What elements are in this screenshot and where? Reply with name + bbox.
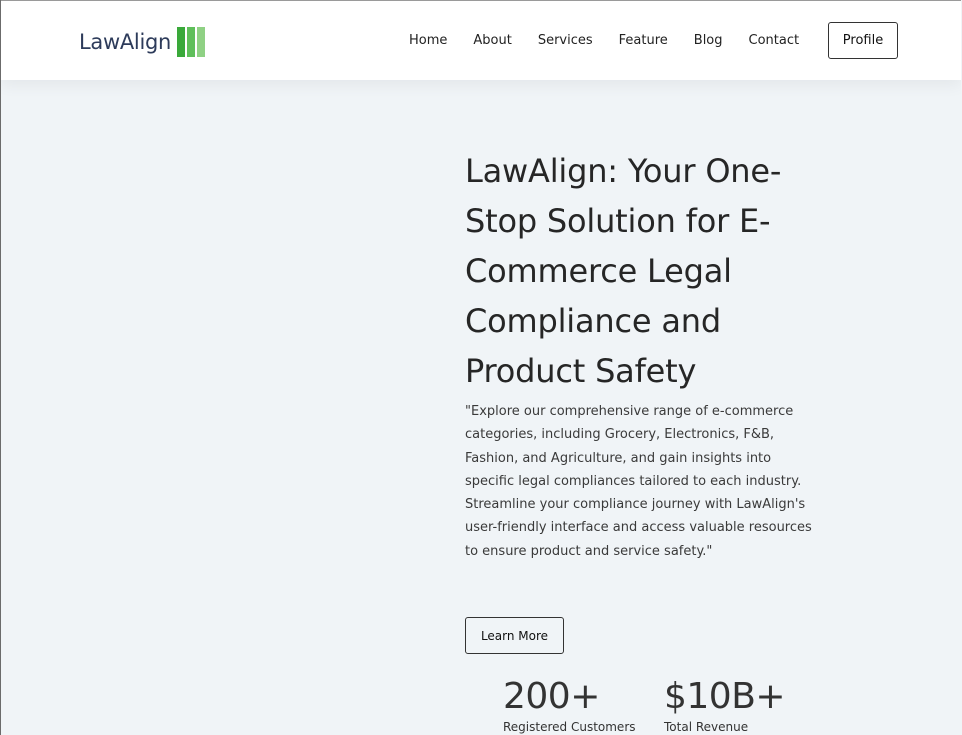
profile-button[interactable]: Profile (828, 22, 898, 59)
logo-bar (187, 27, 196, 57)
nav-link-services[interactable]: Services (538, 32, 593, 50)
stat-value: 200+ (503, 676, 600, 717)
stat-label: Total Revenue (664, 720, 749, 734)
stat-registered-customers: 200+ Registered Customers (503, 674, 636, 734)
page: LawAlign Home About Services Feature Blo… (0, 0, 961, 735)
nav-link-about[interactable]: About (473, 32, 511, 50)
stat-total-revenue: $10B+ Total Revenue (664, 674, 786, 734)
nav-link-home[interactable]: Home (409, 32, 447, 50)
navbar: LawAlign Home About Services Feature Blo… (1, 0, 961, 80)
learn-more-button[interactable]: Learn More (465, 617, 564, 654)
nav-link-feature[interactable]: Feature (619, 32, 668, 50)
nav-link-contact[interactable]: Contact (749, 32, 800, 50)
nav-link-blog[interactable]: Blog (694, 32, 723, 50)
stat-value: $10B+ (664, 676, 786, 717)
hero-title: LawAlign: Your One-Stop Solution for E-C… (465, 152, 782, 390)
logo-bar (197, 27, 206, 57)
hero-section: LawAlign: Your One-Stop Solution for E-C… (465, 146, 825, 563)
stat-label: Registered Customers (503, 720, 636, 734)
hero-description: "Explore our comprehensive range of e-co… (465, 404, 812, 559)
logo[interactable]: LawAlign (79, 27, 206, 57)
main-nav: Home About Services Feature Blog Contact (409, 32, 825, 50)
logo-bars-icon (175, 27, 206, 57)
logo-bar (177, 27, 186, 57)
logo-text: LawAlign (79, 30, 172, 54)
